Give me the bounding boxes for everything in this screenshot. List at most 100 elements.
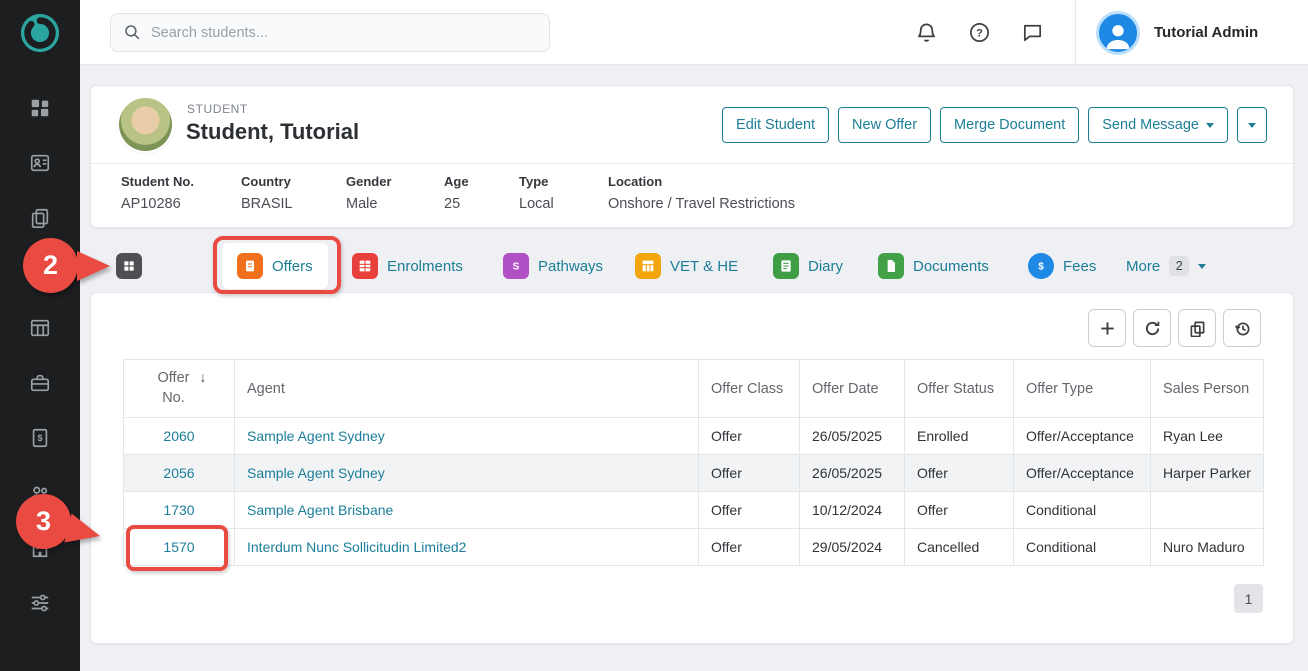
- copy-button[interactable]: [1178, 309, 1216, 347]
- user-menu[interactable]: Tutorial Admin: [1096, 0, 1258, 65]
- invoices-icon[interactable]: $: [28, 426, 52, 450]
- page-1-button[interactable]: 1: [1234, 584, 1263, 613]
- student-eyebrow: STUDENT: [187, 102, 248, 116]
- messages-icon[interactable]: [1021, 21, 1044, 44]
- pathways-tab-icon: S: [503, 253, 529, 279]
- user-avatar-icon: [1096, 11, 1140, 55]
- tab-more[interactable]: More 2: [1126, 243, 1206, 289]
- app-logo[interactable]: [0, 0, 80, 65]
- student-info-row: Student No. AP10286 Country BRASIL Gende…: [91, 164, 1293, 228]
- svg-text:$: $: [37, 433, 42, 443]
- tab-vet-he[interactable]: VET & HE: [635, 243, 738, 289]
- send-message-button[interactable]: Send Message: [1088, 107, 1228, 143]
- more-actions-dropdown-button[interactable]: [1237, 107, 1267, 143]
- add-offer-button[interactable]: [1088, 309, 1126, 347]
- svg-text:$: $: [1038, 262, 1044, 273]
- tab-pathways[interactable]: S Pathways: [503, 243, 603, 289]
- annotation-arrow-tail: [64, 513, 103, 550]
- offer-no-link[interactable]: 2056: [163, 465, 194, 481]
- col-offer-status[interactable]: Offer Status: [905, 360, 1014, 418]
- annotation-arrow-3: 3: [16, 494, 71, 549]
- user-name: Tutorial Admin: [1154, 24, 1258, 41]
- student-actions: Edit Student New Offer Merge Document Se…: [722, 107, 1267, 143]
- col-offer-no[interactable]: Offer No.: [124, 360, 235, 418]
- chevron-down-icon: [1248, 123, 1256, 128]
- annotation-box-offer-1570: [126, 525, 228, 571]
- pagination: 1: [1234, 584, 1263, 613]
- more-count-badge: 2: [1169, 256, 1189, 276]
- app-screen: $ ?: [0, 0, 1308, 671]
- annotation-step-number: 3: [16, 494, 71, 549]
- annotation-arrow-2: 2: [23, 238, 78, 293]
- new-offer-button[interactable]: New Offer: [838, 107, 931, 143]
- edit-student-button[interactable]: Edit Student: [722, 107, 829, 143]
- offer-no-link[interactable]: 2060: [163, 428, 194, 444]
- sidebar: $: [0, 0, 80, 671]
- student-head: STUDENT Student, Tutorial Edit Student N…: [91, 86, 1293, 164]
- info-location: Location Onshore / Travel Restrictions: [608, 174, 795, 212]
- merge-document-button[interactable]: Merge Document: [940, 107, 1079, 143]
- students-icon[interactable]: [28, 151, 52, 175]
- col-sales-person[interactable]: Sales Person: [1151, 360, 1264, 418]
- settings-sliders-icon[interactable]: [28, 591, 52, 615]
- chevron-down-icon: [1198, 264, 1206, 269]
- svg-text:S: S: [513, 262, 520, 273]
- annotation-box-offers-tab: [213, 236, 341, 294]
- dashboard-icon[interactable]: [28, 96, 52, 120]
- info-student-no: Student No. AP10286: [121, 174, 194, 212]
- timetable-icon[interactable]: [28, 316, 52, 340]
- tab-hidden[interactable]: [116, 243, 142, 289]
- annotation-step-number: 2: [23, 238, 78, 293]
- topbar: ? Tutorial Admin: [80, 0, 1308, 65]
- student-summary-card: STUDENT Student, Tutorial Edit Student N…: [90, 85, 1294, 228]
- tab-hidden-icon: [116, 253, 142, 279]
- logo-swirl-icon: [19, 12, 61, 54]
- info-gender: Gender Male: [346, 174, 392, 212]
- enrolments-tab-icon: [352, 253, 378, 279]
- refresh-button[interactable]: [1133, 309, 1171, 347]
- table-row[interactable]: 1730 Sample Agent Brisbane Offer 10/12/2…: [124, 492, 1264, 529]
- col-offer-date[interactable]: Offer Date: [800, 360, 905, 418]
- help-icon[interactable]: ?: [968, 21, 991, 44]
- offers-table-card: Offer No. Agent Offer Class Offer Date O…: [90, 292, 1294, 644]
- table-header-row: Offer No. Agent Offer Class Offer Date O…: [124, 360, 1264, 418]
- tab-documents[interactable]: Documents: [878, 243, 989, 289]
- topbar-icon-group: ?: [915, 21, 1044, 44]
- offers-pages-icon[interactable]: [28, 206, 52, 230]
- student-name: Student, Tutorial: [186, 119, 359, 145]
- agent-link[interactable]: Sample Agent Sydney: [247, 428, 385, 444]
- svg-text:?: ?: [976, 27, 983, 39]
- tab-diary[interactable]: Diary: [773, 243, 843, 289]
- tab-fees[interactable]: $ Fees: [1028, 243, 1096, 289]
- col-offer-type[interactable]: Offer Type: [1014, 360, 1151, 418]
- student-search[interactable]: [110, 13, 550, 52]
- table-row[interactable]: 2056 Sample Agent Sydney Offer 26/05/202…: [124, 455, 1264, 492]
- employers-briefcase-icon[interactable]: [28, 371, 52, 395]
- agent-link[interactable]: Interdum Nunc Sollicitudin Limited2: [247, 539, 466, 555]
- tab-enrolments[interactable]: Enrolments: [352, 243, 463, 289]
- diary-tab-icon: [773, 253, 799, 279]
- agent-link[interactable]: Sample Agent Sydney: [247, 465, 385, 481]
- fees-tab-icon: $: [1028, 253, 1054, 279]
- offer-no-link[interactable]: 1730: [163, 502, 194, 518]
- search-icon: [123, 23, 142, 42]
- annotation-arrow-tail: [77, 251, 110, 281]
- table-row[interactable]: 1570 Interdum Nunc Sollicitudin Limited2…: [124, 529, 1264, 566]
- notifications-bell-icon[interactable]: [915, 21, 938, 44]
- table-toolbar: [1088, 309, 1261, 347]
- documents-tab-icon: [878, 253, 904, 279]
- col-offer-class[interactable]: Offer Class: [699, 360, 800, 418]
- agent-link[interactable]: Sample Agent Brisbane: [247, 502, 393, 518]
- info-age: Age 25: [444, 174, 469, 212]
- history-button[interactable]: [1223, 309, 1261, 347]
- info-type: Type Local: [519, 174, 554, 212]
- student-photo: [119, 98, 172, 151]
- offers-table: Offer No. Agent Offer Class Offer Date O…: [123, 359, 1264, 566]
- info-country: Country BRASIL: [241, 174, 293, 212]
- topbar-divider: [1075, 0, 1076, 65]
- col-agent[interactable]: Agent: [235, 360, 699, 418]
- chevron-down-icon: [1206, 123, 1214, 128]
- table-row[interactable]: 2060 Sample Agent Sydney Offer 26/05/202…: [124, 418, 1264, 455]
- search-input[interactable]: [151, 25, 537, 41]
- sort-descending-icon[interactable]: [200, 369, 207, 386]
